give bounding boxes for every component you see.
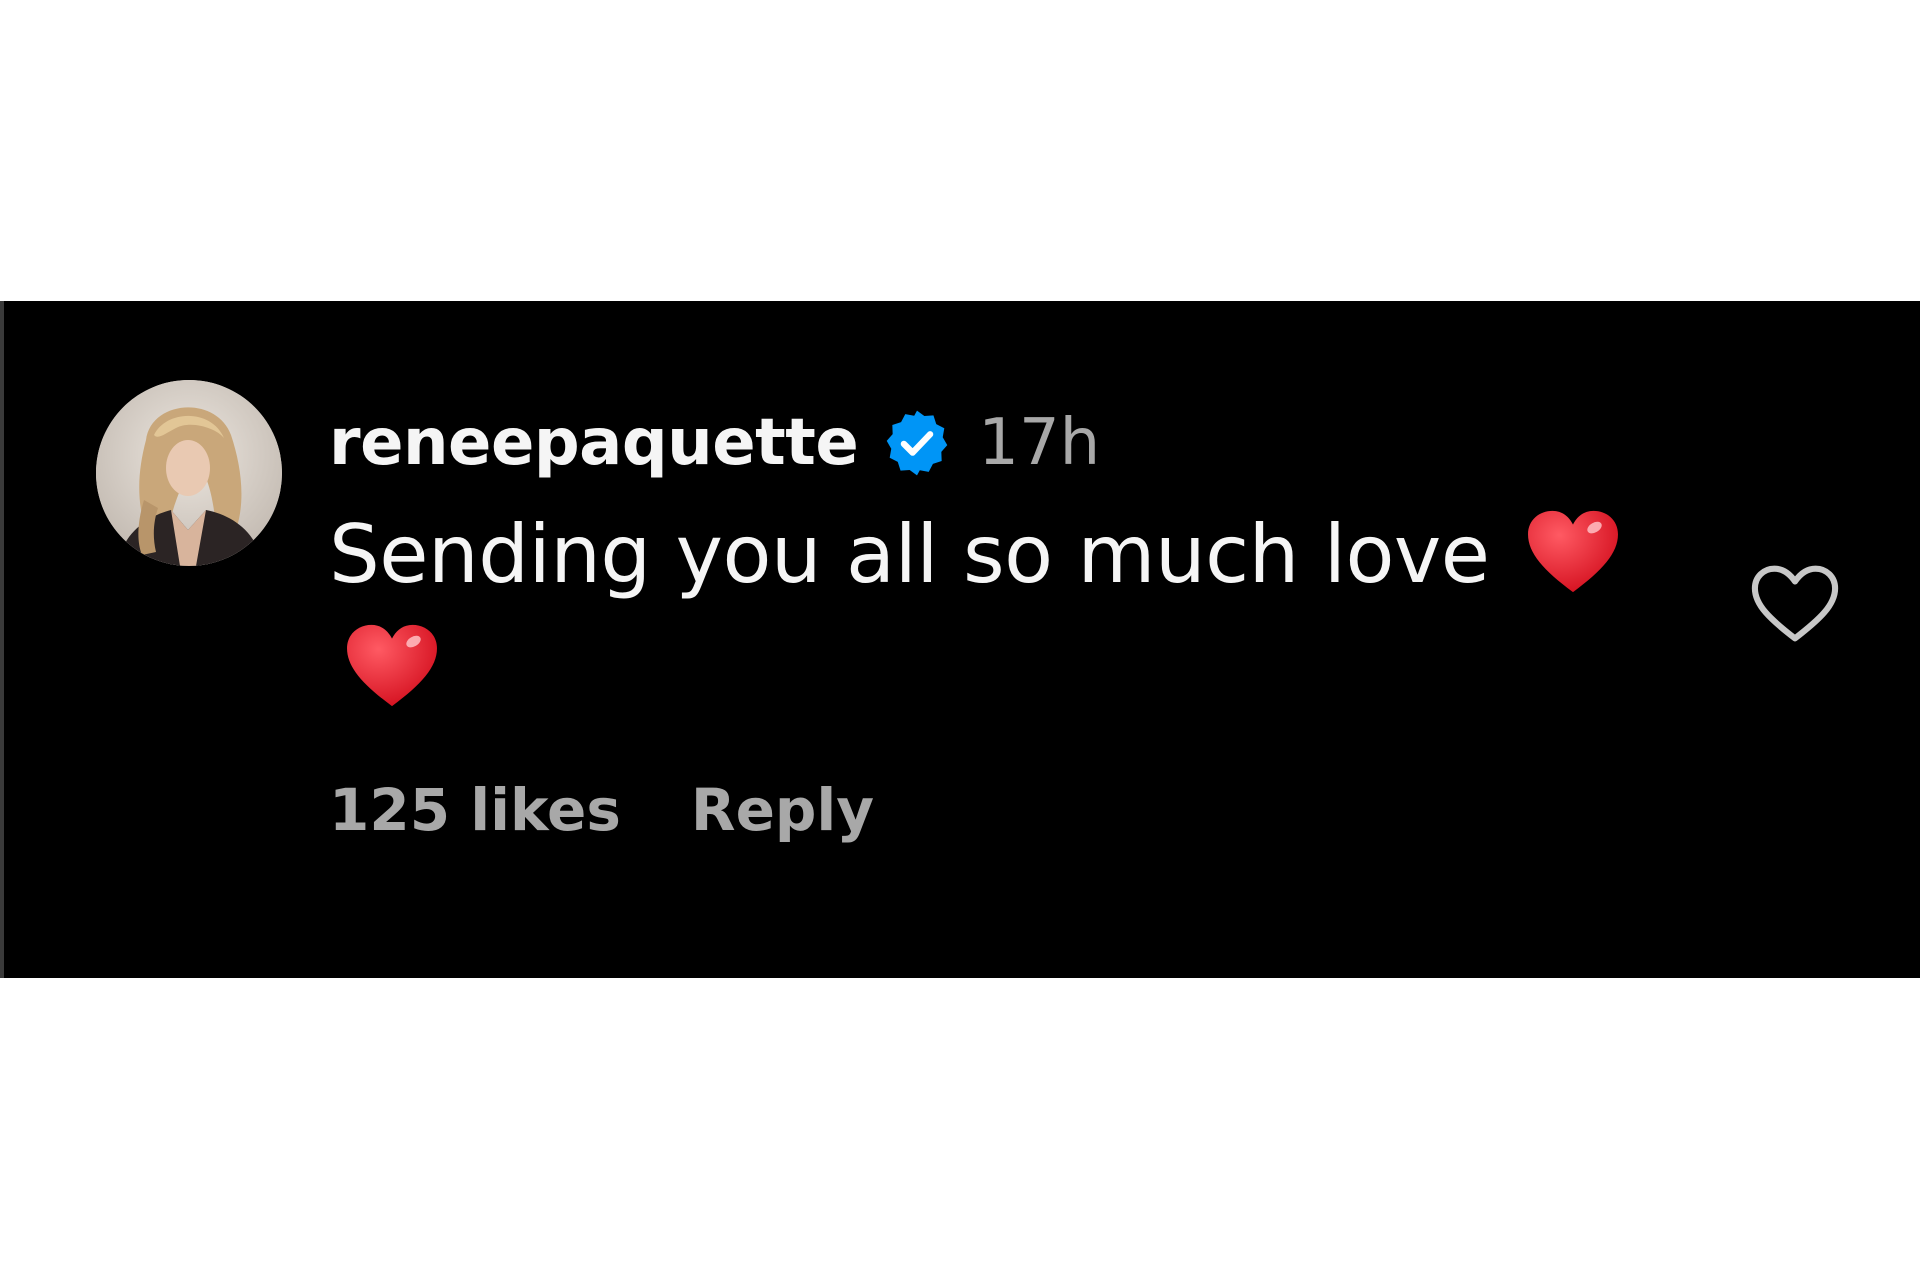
avatar-photo (96, 380, 282, 566)
like-comment-button[interactable] (1748, 562, 1842, 646)
comment-actions: 125 likes Reply (329, 775, 874, 845)
likes-count-button[interactable]: 125 likes (329, 776, 621, 844)
username-link[interactable]: reneepaquette (329, 406, 859, 480)
heart-outline-icon (1751, 565, 1839, 642)
verified-badge-icon (882, 408, 952, 478)
red-heart-emoji (1524, 508, 1622, 596)
page: reneepaquette 17h Sending you all so muc… (0, 0, 1920, 1280)
comment-text: Sending you all so much love (329, 508, 1490, 601)
comment-header: reneepaquette 17h (329, 398, 1100, 488)
reply-button[interactable]: Reply (691, 776, 874, 844)
comment-body: Sending you all so much love (329, 498, 1709, 612)
red-heart-emoji (343, 622, 441, 710)
comment-timestamp[interactable]: 17h (978, 406, 1100, 480)
avatar[interactable] (96, 380, 282, 566)
